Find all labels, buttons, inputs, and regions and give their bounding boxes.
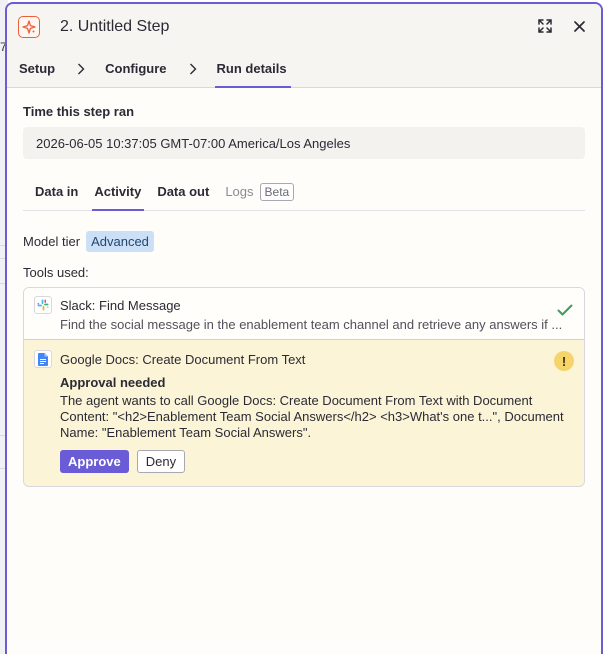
tools-list: Slack: Find Message Find the social mess…	[23, 287, 585, 487]
tab-data-out[interactable]: Data out	[157, 184, 209, 199]
page-title: 2. Untitled Step	[60, 18, 170, 35]
chevron-right-icon	[77, 63, 85, 75]
tools-used-label: Tools used:	[23, 265, 89, 280]
panel-header: 2. Untitled Step	[7, 4, 601, 50]
approval-title: Approval needed	[60, 375, 166, 390]
sparkle-icon	[18, 16, 40, 38]
step-navigation: Setup Configure Run details	[7, 50, 601, 88]
step-run-details[interactable]: Run details	[214, 61, 291, 88]
tool-item-slack[interactable]: Slack: Find Message Find the social mess…	[24, 288, 584, 339]
model-tier-label: Model tier	[23, 234, 81, 249]
google-docs-icon	[34, 350, 52, 368]
tab-activity[interactable]: Activity	[92, 184, 145, 211]
close-icon[interactable]	[571, 18, 587, 34]
warning-icon: !	[554, 351, 574, 371]
tool-name: Google Docs: Create Document From Text	[60, 351, 306, 367]
tab-logs[interactable]: Logs	[225, 184, 253, 199]
beta-badge: Beta	[259, 182, 295, 201]
check-icon	[557, 304, 573, 319]
approve-button[interactable]: Approve	[60, 450, 129, 473]
model-tier-row: Model tier Advanced	[23, 231, 585, 252]
tab-data-in[interactable]: Data in	[35, 184, 78, 199]
chevron-right-icon	[189, 63, 197, 75]
run-details-content: Time this step ran 2026-06-05 10:37:05 G…	[7, 88, 601, 487]
step-setup[interactable]: Setup	[19, 61, 55, 76]
tool-description: Find the social message in the enablemen…	[60, 317, 563, 332]
step-configure[interactable]: Configure	[105, 61, 166, 76]
model-tier-badge: Advanced	[86, 231, 154, 252]
time-label: Time this step ran	[23, 104, 135, 119]
details-tabs: Data in Activity Data out Logs Beta	[23, 173, 585, 211]
tool-item-google-docs: Google Docs: Create Document From Text !…	[24, 339, 584, 486]
time-value: 2026-06-05 10:37:05 GMT-07:00 America/Lo…	[23, 127, 585, 159]
expand-icon[interactable]	[537, 18, 553, 34]
slack-icon	[34, 296, 52, 314]
deny-button[interactable]: Deny	[136, 450, 186, 473]
approval-text: The agent wants to call Google Docs: Cre…	[60, 393, 564, 440]
tool-name: Slack: Find Message	[60, 297, 181, 313]
step-panel: 2. Untitled Step Setup Configure Run det…	[5, 2, 603, 654]
